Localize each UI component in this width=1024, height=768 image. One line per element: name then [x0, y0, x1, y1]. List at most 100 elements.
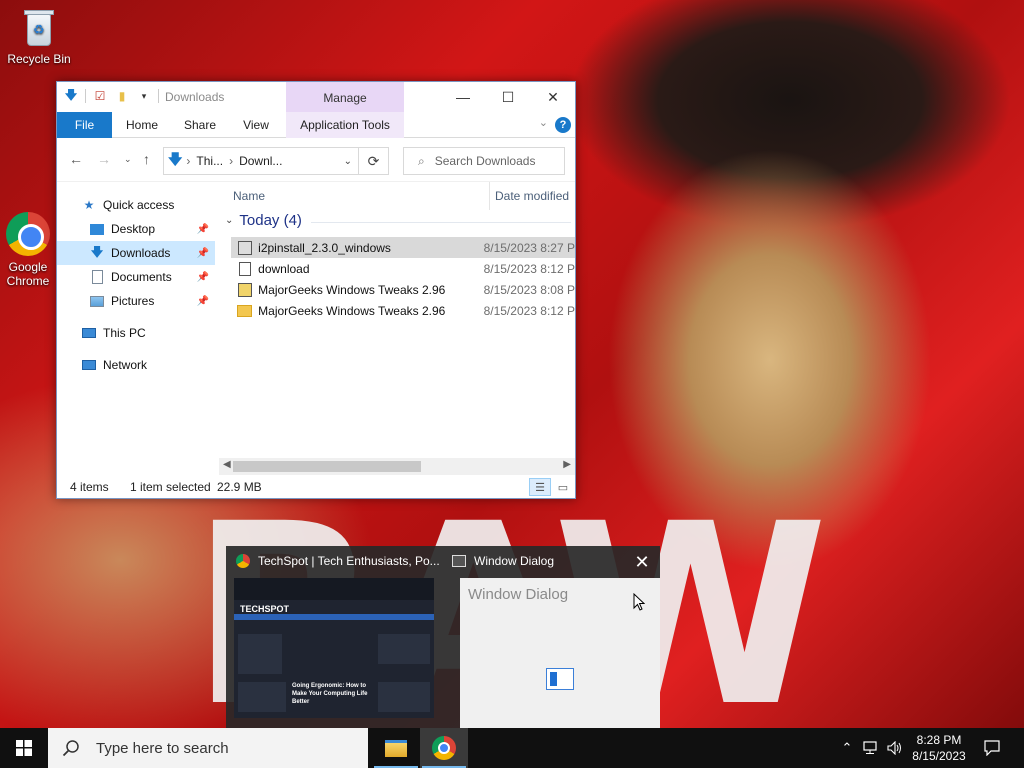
- breadcrumb-chevron-icon[interactable]: ›: [186, 154, 190, 168]
- column-header-date-modified[interactable]: Date modified: [495, 182, 569, 210]
- windows-logo-icon: [16, 740, 32, 756]
- tab-view[interactable]: View: [231, 112, 281, 138]
- breadcrumb-downloads[interactable]: Downl...: [239, 154, 282, 168]
- table-row[interactable]: i2pinstall_2.3.0_windows 8/15/2023 8:27 …: [231, 237, 575, 258]
- selection-count: 1 item selected: [130, 480, 211, 494]
- thumbnail-preview-techspot[interactable]: TECHSPOT Going Ergonomic: How to Make Yo…: [234, 578, 434, 718]
- search-input[interactable]: ⌕ Search Downloads: [403, 147, 565, 175]
- file-explorer-window[interactable]: 🡇 ☑ ▮ ▾ Downloads Manage — ☐ ✕ File Home…: [56, 81, 576, 499]
- taskbar-file-explorer[interactable]: [372, 728, 420, 768]
- nav-item-quick-access[interactable]: ★ Quick access: [57, 193, 215, 217]
- taskbar-chrome[interactable]: [420, 728, 468, 768]
- tab-home[interactable]: Home: [115, 112, 169, 138]
- quick-access-toolbar: 🡇 ☑ ▮ ▾: [63, 88, 159, 104]
- nav-item-pictures[interactable]: Pictures 📌: [57, 289, 215, 313]
- minimize-button[interactable]: —: [440, 82, 486, 112]
- details-view-icon[interactable]: ☰: [529, 478, 551, 496]
- help-icon[interactable]: ?: [555, 117, 571, 133]
- scroll-left-icon[interactable]: ◀: [223, 459, 231, 470]
- thumbnail-title-techspot[interactable]: TechSpot | Tech Enthusiasts, Po...: [236, 554, 440, 568]
- large-icons-view-icon[interactable]: ▭: [552, 478, 574, 496]
- file-date: 8/15/2023 8:12 P: [483, 303, 575, 318]
- group-header-today[interactable]: ⌄ Today (4): [225, 212, 302, 229]
- techspot-logo: TECHSPOT: [240, 604, 290, 614]
- article-thumb: [378, 634, 430, 664]
- action-center-icon[interactable]: [978, 728, 1006, 768]
- table-row[interactable]: MajorGeeks Windows Tweaks 2.96 8/15/2023…: [231, 279, 575, 300]
- clock-date: 8/15/2023: [912, 749, 966, 763]
- maximize-button[interactable]: ☐: [485, 82, 531, 112]
- recent-locations-icon[interactable]: ⌄: [124, 154, 132, 165]
- tab-share[interactable]: Share: [173, 112, 227, 138]
- expand-ribbon-icon[interactable]: ⌄: [539, 116, 548, 129]
- clock-time: 8:28 PM: [916, 733, 962, 747]
- chrome-icon: [236, 554, 250, 568]
- downloads-location-icon: 🡇: [168, 151, 183, 167]
- tab-manage[interactable]: Manage: [286, 82, 404, 112]
- nav-label: Pictures: [111, 294, 155, 308]
- pin-icon: 📌: [196, 223, 209, 235]
- chrome-icon: [6, 212, 50, 256]
- close-icon[interactable]: ✕: [628, 550, 656, 574]
- article-thumb: [238, 634, 282, 674]
- nav-label: This PC: [103, 326, 146, 340]
- pin-icon: 📌: [196, 247, 209, 259]
- nav-label: Quick access: [103, 198, 175, 212]
- tab-application-tools[interactable]: Application Tools: [286, 112, 404, 138]
- horizontal-scrollbar[interactable]: ◀ ▶: [219, 458, 575, 475]
- system-clock[interactable]: 8:28 PM 8/15/2023: [906, 732, 972, 764]
- forward-arrow-icon[interactable]: →: [97, 151, 111, 167]
- taskbar-search-input[interactable]: Type here to search: [48, 728, 368, 768]
- file-name: MajorGeeks Windows Tweaks 2.96: [258, 282, 446, 297]
- address-bar[interactable]: 🡇 › Thi... › Downl... ⌄: [163, 147, 359, 175]
- download-arrow-icon: 🡇: [64, 87, 78, 102]
- nav-item-downloads[interactable]: 🡇 Downloads 📌: [57, 241, 215, 265]
- title-bar[interactable]: 🡇 ☑ ▮ ▾ Downloads Manage — ☐ ✕: [57, 82, 575, 112]
- file-list[interactable]: Name Date modified ⌄ Today (4) i2pinstal…: [219, 182, 575, 458]
- search-icon: [62, 740, 79, 757]
- computer-icon: [81, 325, 97, 341]
- file-date: 8/15/2023 8:27 P: [483, 240, 575, 255]
- back-arrow-icon[interactable]: ←: [69, 151, 83, 167]
- desktop-icon-recycle-bin[interactable]: ♻ Recycle Bin: [1, 8, 77, 66]
- pin-icon: 📌: [196, 295, 209, 307]
- up-arrow-icon[interactable]: ↑: [143, 151, 150, 167]
- breadcrumb-chevron-icon[interactable]: ›: [229, 154, 233, 168]
- ribbon-tabs: File Home Share View Application Tools ⌄…: [57, 112, 575, 138]
- address-dropdown-icon[interactable]: ⌄: [344, 156, 352, 167]
- qat-dropdown-icon[interactable]: ▾: [136, 88, 152, 104]
- file-date: 8/15/2023 8:08 P: [483, 282, 575, 297]
- tab-file[interactable]: File: [57, 112, 112, 138]
- chrome-icon: [432, 736, 456, 760]
- star-icon: ★: [83, 198, 95, 212]
- search-placeholder: Search Downloads: [434, 154, 536, 168]
- navigation-bar: ← → ⌄ ↑ 🡇 › Thi... › Downl... ⌄ ⟳ ⌕ Sear…: [57, 138, 575, 182]
- nav-label: Downloads: [111, 246, 171, 260]
- network-icon[interactable]: [860, 728, 882, 768]
- new-folder-icon[interactable]: ▮: [114, 88, 130, 104]
- desktop-icon-chrome[interactable]: Google Chrome: [0, 212, 56, 288]
- column-header-name[interactable]: Name: [233, 182, 265, 210]
- refresh-icon[interactable]: ⟳: [359, 147, 389, 175]
- thumbnail-preview-window-dialog[interactable]: Window Dialog: [460, 578, 660, 728]
- thumbnail-title-window-dialog[interactable]: Window Dialog: [452, 554, 554, 568]
- taskbar: Type here to search ⌃ 8:28 PM 8/15/2023: [0, 728, 1024, 768]
- column-divider[interactable]: [489, 182, 490, 210]
- search-icon: ⌕: [418, 153, 425, 168]
- scroll-right-icon[interactable]: ▶: [563, 459, 571, 470]
- scrollbar-thumb[interactable]: [233, 461, 421, 472]
- start-button[interactable]: [0, 728, 48, 768]
- close-button[interactable]: ✕: [530, 82, 576, 112]
- nav-item-this-pc[interactable]: This PC: [57, 321, 215, 345]
- nav-item-desktop[interactable]: Desktop 📌: [57, 217, 215, 241]
- table-row[interactable]: MajorGeeks Windows Tweaks 2.96 8/15/2023…: [231, 300, 575, 321]
- nav-item-network[interactable]: Network: [57, 353, 215, 377]
- nav-item-documents[interactable]: Documents 📌: [57, 265, 215, 289]
- show-hidden-icons-chevron-icon[interactable]: ⌃: [838, 728, 856, 768]
- dialog-preview-title: Window Dialog: [468, 586, 569, 603]
- volume-icon[interactable]: [884, 728, 906, 768]
- breadcrumb-this-pc[interactable]: Thi...: [196, 154, 223, 168]
- table-row[interactable]: download 8/15/2023 8:12 P: [231, 258, 575, 279]
- collapse-chevron-icon[interactable]: ⌄: [225, 215, 233, 226]
- properties-icon[interactable]: ☑: [92, 88, 108, 104]
